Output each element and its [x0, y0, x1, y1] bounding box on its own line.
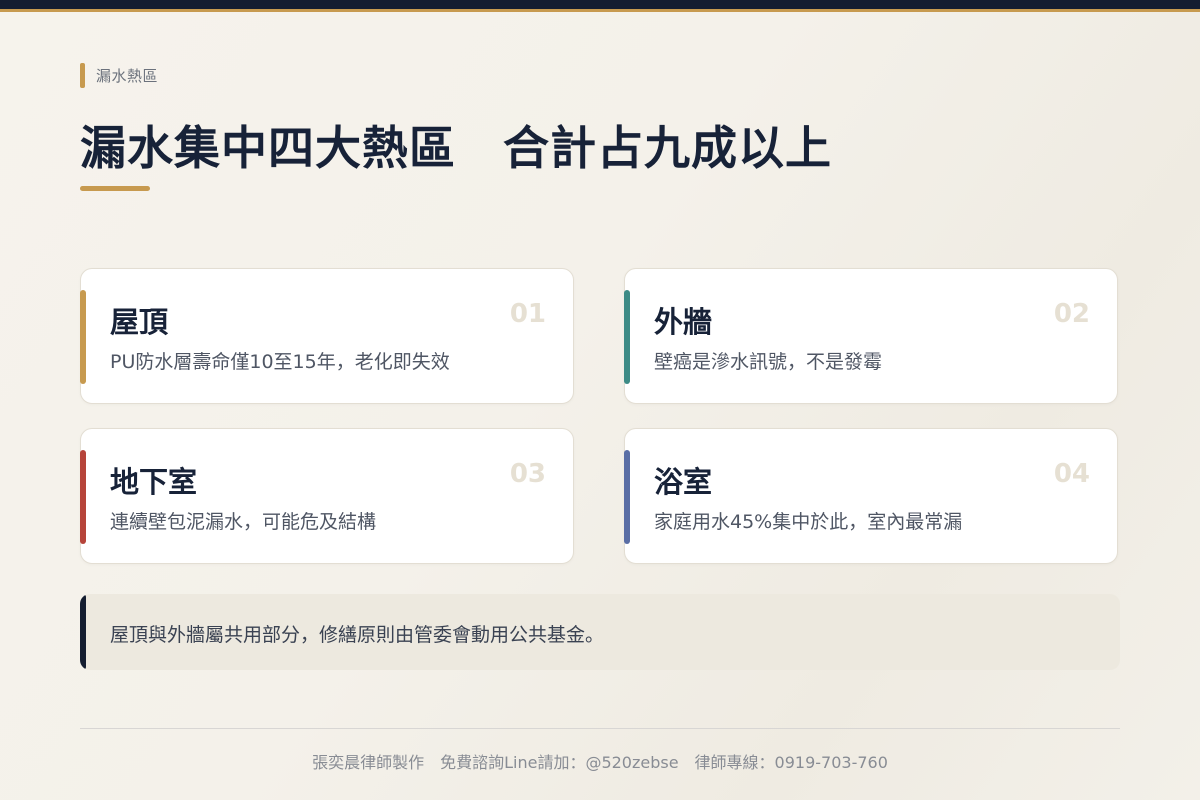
card-accent-bar: [80, 450, 86, 544]
footer-credit: 張奕晨律師製作 免費諮詢Line請加：@520zebse 律師專線：0919-7…: [312, 753, 888, 772]
card-title: 屋頂: [110, 305, 169, 339]
card-description: 家庭用水45%集中於此，室內最常漏: [654, 511, 963, 533]
card-accent-bar: [624, 450, 630, 544]
card-title: 地下室: [110, 465, 198, 499]
note-box: 屋頂與外牆屬共用部分，修繕原則由管委會動用公共基金。: [80, 594, 1120, 670]
eyebrow-label: 漏水熱區: [96, 67, 159, 85]
hotspot-card-roof: 屋頂 PU防水層壽命僅10至15年，老化即失效 01: [80, 268, 574, 404]
card-number: 03: [509, 459, 546, 489]
hotspot-card-basement: 地下室 連續壁包泥漏水，可能危及結構 03: [80, 428, 574, 564]
card-number: 04: [1053, 459, 1090, 489]
hotspot-card-bathroom: 浴室 家庭用水45%集中於此，室內最常漏 04: [624, 428, 1118, 564]
card-title: 浴室: [654, 465, 713, 499]
card-description: PU防水層壽命僅10至15年，老化即失效: [110, 351, 450, 373]
card-accent-bar: [80, 290, 86, 384]
eyebrow: 漏水熱區: [80, 63, 158, 88]
card-description: 連續壁包泥漏水，可能危及結構: [110, 511, 377, 533]
title-underline: [80, 186, 150, 191]
note-text: 屋頂與外牆屬共用部分，修繕原則由管委會動用公共基金。: [110, 624, 605, 646]
card-title: 外牆: [654, 305, 713, 339]
page-title: 漏水集中四大熱區 合計占九成以上: [80, 121, 832, 175]
card-accent-bar: [624, 290, 630, 384]
hotspot-card-exterior-wall: 外牆 壁癌是滲水訊號，不是發霉 02: [624, 268, 1118, 404]
card-number: 02: [1053, 299, 1090, 329]
footer-divider: [80, 728, 1120, 729]
card-description: 壁癌是滲水訊號，不是發霉: [654, 351, 883, 373]
card-number: 01: [509, 299, 546, 329]
top-bar: [0, 0, 1200, 12]
eyebrow-marker: [80, 63, 85, 88]
note-accent-bar: [80, 594, 86, 670]
